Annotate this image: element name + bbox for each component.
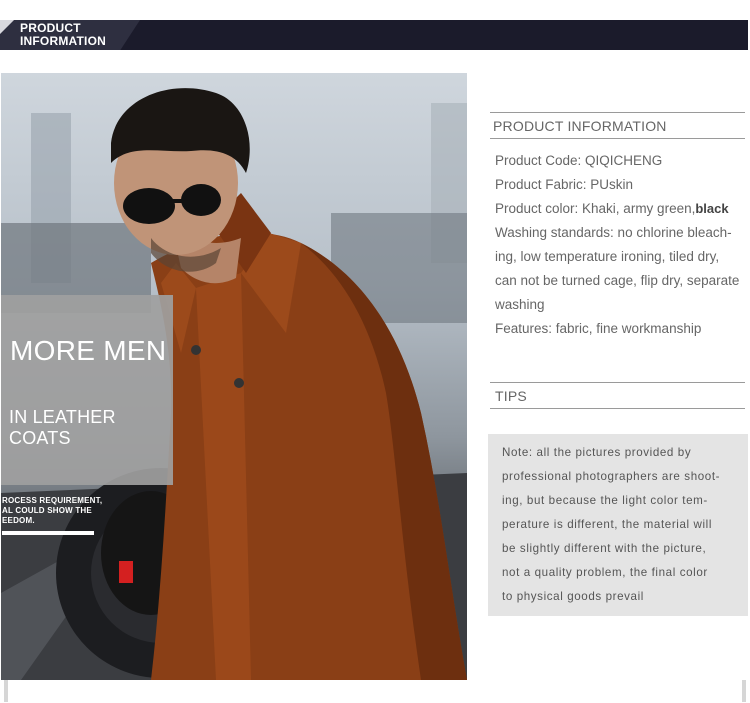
features: Features: fabric, fine workmanship <box>495 321 702 336</box>
washing-line-3: can not be turned cage, flip dry, separa… <box>495 273 740 288</box>
tips-divider <box>490 408 745 409</box>
section-divider-top <box>490 112 745 113</box>
section-divider <box>490 138 745 139</box>
tips-heading: TIPS <box>495 388 527 404</box>
tips-line: Note: all the pictures provided by <box>502 446 692 459</box>
tips-text: Note: all the pictures provided by profe… <box>502 441 738 609</box>
product-fabric: Product Fabric: PUskin <box>495 177 634 192</box>
product-color-text: Product color: Khaki, army green, <box>495 201 696 216</box>
overlay-subline: IN LEATHER COATS <box>9 407 116 448</box>
corner-mark-left <box>4 680 8 702</box>
header-banner: PRODUCT INFORMATION <box>0 20 748 50</box>
promo-caption: ROCESS REQUIREMENT, AL COULD SHOW THE EE… <box>2 496 103 525</box>
washing-line-2: ing, low temperature ironing, tiled dry, <box>495 249 720 264</box>
tips-line: perature is different, the material will <box>502 518 713 531</box>
product-code: Product Code: QIQICHENG <box>495 153 663 168</box>
product-color: Product color: Khaki, army green,black <box>495 197 740 221</box>
corner-mark-right <box>742 680 746 702</box>
overlay-headline: MORE MEN <box>10 335 167 366</box>
washing-line-1: Washing standards: no chlorine bleach- <box>495 225 732 240</box>
tips-line: not a quality problem, the final color <box>502 566 708 579</box>
promo-divider <box>2 531 94 535</box>
promo-overlay: MORE MEN IN LEATHER COATS <box>1 295 173 485</box>
product-color-black: black <box>695 201 729 216</box>
tips-line: ing, but because the light color tem- <box>502 494 708 507</box>
tips-divider-top <box>490 382 745 383</box>
tips-line: be slightly different with the picture, <box>502 542 707 555</box>
product-info-heading: PRODUCT INFORMATION <box>493 118 667 134</box>
banner-title: PRODUCT INFORMATION <box>20 21 106 48</box>
tips-box: Note: all the pictures provided by profe… <box>488 434 748 616</box>
product-photo: MORE MEN IN LEATHER COATS ROCESS REQUIRE… <box>1 73 467 680</box>
tips-line: professional photographers are shoot- <box>502 470 721 483</box>
tips-line: to physical goods prevail <box>502 590 644 603</box>
washing-line-4: washing <box>495 297 545 312</box>
product-info-list: Product Code: QIQICHENG Product Fabric: … <box>495 149 740 341</box>
